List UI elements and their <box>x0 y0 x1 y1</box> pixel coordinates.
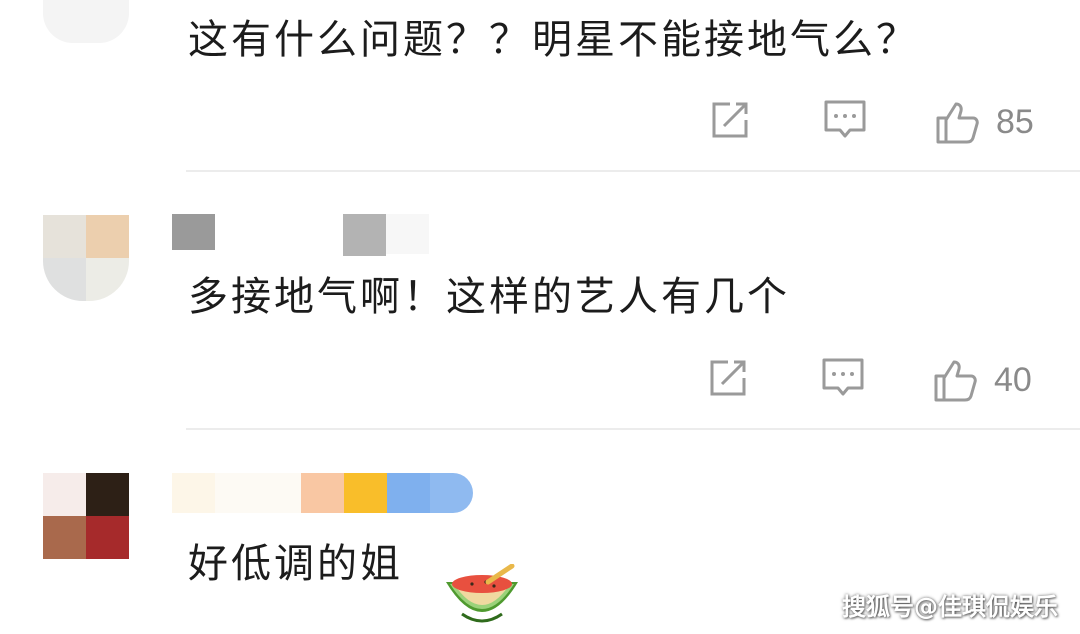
comment-text: 这有什么问题？？明星不能接地气么？ <box>188 17 919 63</box>
comment-actions: 40 <box>700 356 1060 406</box>
avatar[interactable] <box>43 215 129 301</box>
share-button[interactable] <box>708 98 752 142</box>
username-blurred[interactable] <box>172 214 429 256</box>
comment-text: 好低调的姐 <box>188 541 403 587</box>
reply-button[interactable] <box>820 356 866 400</box>
like-count: 85 <box>996 102 1034 141</box>
comment-text: 多接地气啊！这样的艺人有几个 <box>188 274 790 320</box>
watermelon-emoji-icon <box>442 563 522 632</box>
share-button[interactable] <box>706 356 750 400</box>
divider <box>186 428 1080 430</box>
thumbs-up-icon <box>932 356 980 404</box>
avatar[interactable] <box>43 473 129 559</box>
comment-icon <box>822 98 868 142</box>
comment-icon <box>820 356 866 400</box>
like-button[interactable]: 85 <box>934 98 1034 146</box>
thumbs-up-icon <box>934 98 982 146</box>
share-icon <box>708 98 752 142</box>
like-count: 40 <box>994 360 1032 399</box>
comment-actions: 85 <box>700 98 1060 148</box>
divider <box>186 170 1080 172</box>
like-button[interactable]: 40 <box>932 356 1032 404</box>
reply-button[interactable] <box>822 98 868 142</box>
watermark: 搜狐号@佳琪侃娱乐 <box>842 593 1058 621</box>
share-icon <box>706 356 750 400</box>
avatar[interactable] <box>43 0 129 43</box>
username-blurred[interactable] <box>172 473 473 513</box>
